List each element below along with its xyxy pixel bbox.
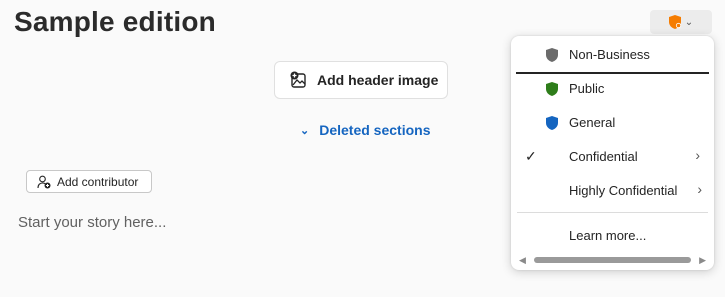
- menu-item-non-business[interactable]: Non-Business: [516, 38, 709, 74]
- horizontal-scrollbar[interactable]: ◀ ▶: [517, 254, 708, 266]
- menu-divider: [517, 212, 708, 213]
- story-input[interactable]: Start your story here...: [18, 214, 166, 231]
- scroll-right-arrow-icon[interactable]: ▶: [699, 255, 706, 266]
- menu-item-label: Confidential: [569, 149, 638, 164]
- add-contributor-button[interactable]: Add contributor: [26, 170, 152, 193]
- menu-item-label: Highly Confidential: [569, 183, 678, 198]
- chevron-down-icon: ⌄: [300, 124, 310, 137]
- learn-more-label: Learn more...: [569, 228, 647, 243]
- scroll-left-arrow-icon[interactable]: ◀: [519, 255, 526, 266]
- deleted-sections-label: Deleted sections: [319, 122, 431, 138]
- add-header-image-button[interactable]: Add header image: [274, 61, 448, 99]
- sensitivity-menu: Non-Business Public General ✓ Confidenti…: [511, 36, 714, 270]
- shield-gray-icon: [546, 48, 558, 62]
- chevron-down-icon: ⌄: [684, 16, 694, 28]
- menu-item-label: General: [569, 115, 616, 130]
- shield-green-icon: [546, 82, 558, 96]
- scrollbar-thumb[interactable]: [534, 257, 691, 263]
- learn-more-link[interactable]: Learn more...: [511, 219, 714, 253]
- menu-item-label: Non-Business: [569, 47, 650, 62]
- menu-item-confidential[interactable]: ✓ Confidential ›: [511, 140, 714, 174]
- shield-blue-icon: [546, 116, 558, 130]
- menu-item-general[interactable]: General: [511, 106, 714, 140]
- sensitivity-button[interactable]: ⌄: [650, 10, 712, 34]
- deleted-sections-toggle[interactable]: ⌄ Deleted sections: [300, 122, 430, 138]
- add-contributor-label: Add contributor: [57, 174, 139, 189]
- menu-item-public[interactable]: Public: [511, 72, 714, 106]
- chevron-right-icon: ›: [695, 147, 700, 163]
- image-add-icon: [290, 71, 306, 88]
- editor-canvas: Sample edition ⌄ Add header image ⌄ Dele…: [0, 0, 725, 297]
- menu-item-highly-confidential[interactable]: Highly Confidential ›: [511, 174, 714, 208]
- shield-orange-icon: [668, 15, 681, 29]
- person-add-icon: [37, 175, 51, 188]
- menu-item-label: Public: [569, 81, 605, 96]
- chevron-right-icon: ›: [697, 181, 702, 197]
- checkmark-icon: ✓: [525, 148, 537, 164]
- page-title: Sample edition: [14, 6, 216, 37]
- add-header-image-label: Add header image: [317, 72, 439, 88]
